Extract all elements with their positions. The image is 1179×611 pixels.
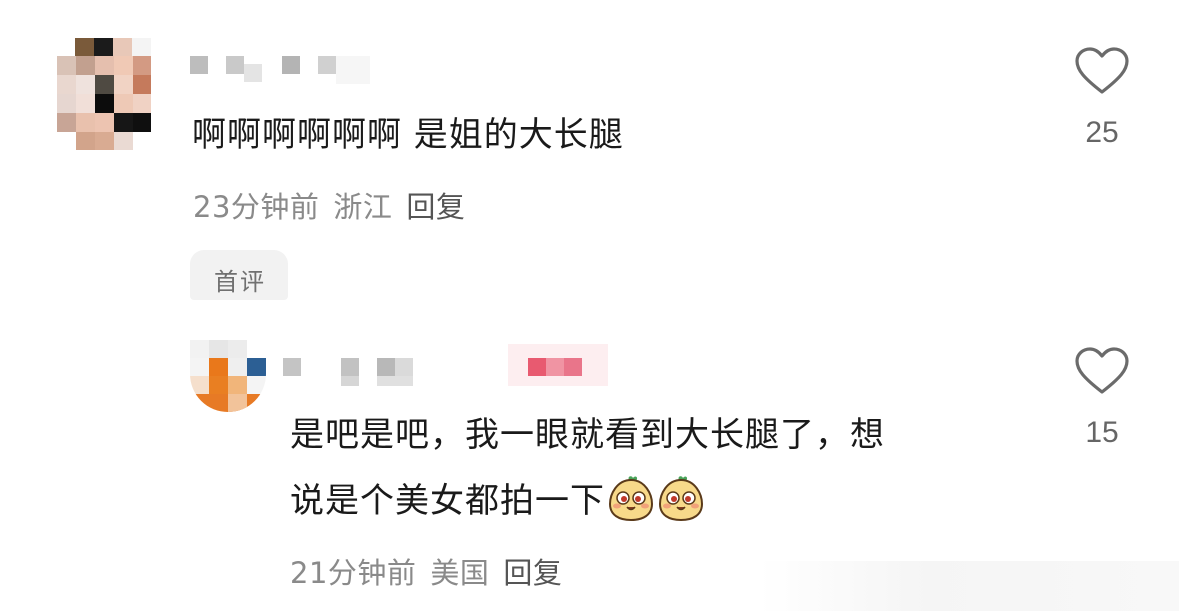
- reply-location: 美国: [430, 556, 490, 590]
- first-comment-badge: 首评: [190, 250, 288, 300]
- watermark-fade: [759, 561, 1179, 611]
- reply-username-blurred[interactable]: [283, 340, 613, 390]
- comment-meta: 23分钟前 浙江 回复: [193, 184, 479, 226]
- reply-time: 21分钟前: [290, 556, 417, 590]
- reply-like-count: 15: [1085, 416, 1119, 449]
- username-blurred[interactable]: [190, 56, 380, 92]
- reply-text-line2-label: 说是个美女都拍一下: [290, 481, 605, 521]
- reply-avatar[interactable]: [190, 340, 266, 412]
- like-count: 25: [1085, 116, 1119, 149]
- heart-icon[interactable]: [1074, 346, 1130, 396]
- reply-button[interactable]: 回复: [406, 190, 465, 224]
- heart-icon[interactable]: [1074, 46, 1130, 96]
- badge-label: 首评: [214, 268, 266, 296]
- reply-text-line1: 是吧是吧，我一眼就看到大长腿了，想: [290, 415, 885, 455]
- reply-text-line2: 说是个美女都拍一下: [290, 470, 705, 532]
- like-button[interactable]: [1074, 46, 1130, 96]
- comment-location: 浙江: [333, 190, 393, 224]
- reply-button[interactable]: 回复: [503, 556, 562, 590]
- cute-face-emoji: [658, 476, 704, 522]
- comment-text: 啊啊啊啊啊啊 是姐的大长腿: [192, 115, 624, 155]
- avatar[interactable]: [57, 38, 151, 150]
- comment-time: 23分钟前: [193, 190, 320, 224]
- reply-meta: 21分钟前 美国 回复: [290, 550, 576, 592]
- cute-face-emoji: [608, 476, 654, 522]
- like-button[interactable]: [1074, 346, 1130, 396]
